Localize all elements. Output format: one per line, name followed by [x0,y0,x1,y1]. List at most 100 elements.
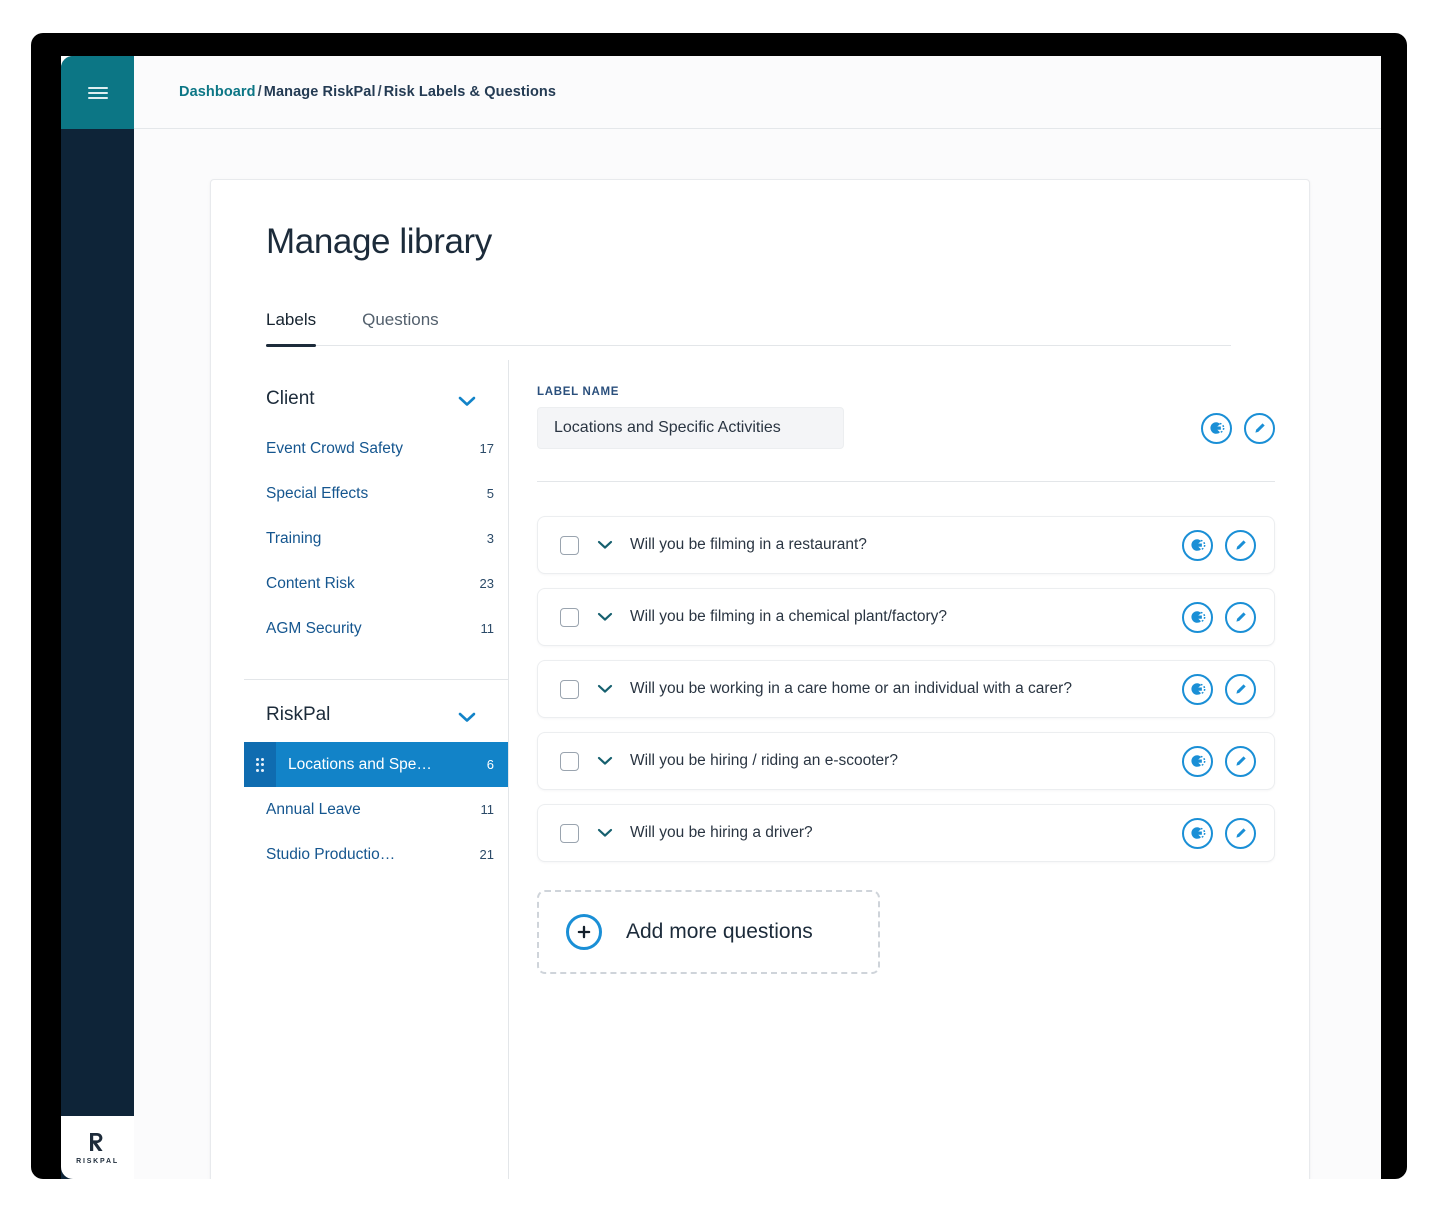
pencil-edit-icon[interactable] [1225,673,1256,705]
question-checkbox[interactable] [560,823,579,843]
question-list: Will you be filming in a restaurant? Wil… [537,516,1275,862]
top-bar: Dashboard / Manage RiskPal / Risk Labels & Q… [134,56,1381,129]
label-item-name: Locations and Spe… [288,755,432,773]
label-name-input[interactable] [537,407,844,449]
question-row-4[interactable]: Will you be hiring / riding an e-scooter… [537,732,1275,790]
question-row-1[interactable]: Will you be filming in a restaurant? [537,516,1275,574]
breadcrumb: Dashboard / Manage RiskPal / Risk Labels & Q… [179,84,556,100]
label-list-pane: Client Event Crowd Safety 17 Special Eff… [244,360,509,1179]
detail-divider [537,481,1275,482]
label-item-training[interactable]: Training 3 [244,516,508,561]
app-screen: RISKPAL Dashboard / Manage RiskPal / Risk La… [61,56,1381,1179]
question-actions [1182,745,1256,777]
breadcrumb-manage-riskpal[interactable]: Manage RiskPal [264,84,376,100]
question-checkbox[interactable] [560,679,579,699]
hamburger-menu-button[interactable] [61,56,134,129]
chevron-down-icon[interactable] [597,684,613,694]
question-actions [1182,673,1256,705]
label-name-field-label: LABEL NAME [537,386,620,398]
question-text: Will you be hiring / riding an e-scooter… [630,752,898,769]
duplicate-icon[interactable] [1182,673,1213,705]
manage-library-card: Manage library Labels Questions Client E… [210,179,1310,1179]
question-checkbox[interactable] [560,535,579,555]
question-actions [1182,817,1256,849]
label-item-count: 6 [486,757,494,772]
left-nav-rail: RISKPAL [61,56,134,1179]
content-area: Manage library Labels Questions Client E… [134,129,1381,1179]
label-item-count: 23 [479,576,494,591]
chevron-down-icon[interactable] [597,828,613,838]
label-item-name: Studio Productio… [266,845,396,863]
riskpal-logo: RISKPAL [61,1116,134,1179]
drag-handle-icon[interactable] [244,742,276,787]
pencil-edit-icon[interactable] [1225,745,1256,777]
chevron-down-icon[interactable] [597,612,613,622]
label-item-name: Content Risk [266,574,355,592]
tab-questions[interactable]: Questions [362,310,439,345]
duplicate-icon[interactable] [1182,745,1213,777]
pencil-edit-icon[interactable] [1225,817,1256,849]
duplicate-icon[interactable] [1182,529,1213,561]
pencil-edit-icon[interactable] [1225,529,1256,561]
chevron-down-icon[interactable] [458,394,476,406]
question-checkbox[interactable] [560,751,579,771]
label-name-row [537,407,1275,449]
label-item-count: 5 [486,486,494,501]
label-item-count: 21 [479,847,494,862]
label-item-count: 17 [479,441,494,456]
riskpal-wordmark: RISKPAL [76,1158,119,1165]
question-checkbox[interactable] [560,607,579,627]
label-detail-pane: LABEL NAME Locations and Specific Activi… [509,360,1309,1179]
question-text: Will you be filming in a chemical plant/… [630,608,948,625]
library-body: Client Event Crowd Safety 17 Special Eff… [211,360,1309,1179]
label-group-header-riskpal[interactable]: RiskPal [244,704,508,726]
question-row-2[interactable]: Will you be filming in a chemical plant/… [537,588,1275,646]
duplicate-icon[interactable] [1182,817,1213,849]
label-group-name: RiskPal [266,704,331,725]
duplicate-icon[interactable] [1201,412,1232,444]
label-group-name: Client [266,388,315,409]
device-bezel: RISKPAL Dashboard / Manage RiskPal / Risk La… [31,33,1407,1179]
label-group-client: Client Event Crowd Safety 17 Special Eff… [244,388,508,657]
duplicate-icon[interactable] [1182,601,1213,633]
label-item-annual-leave[interactable]: Annual Leave 11 [244,787,508,832]
label-item-agm-security[interactable]: AGM Security 11 [244,606,508,651]
breadcrumb-risk-labels-questions: Risk Labels & Questions [383,84,557,100]
breadcrumb-separator-1: / [257,84,262,100]
breadcrumb-separator-2: / [377,84,382,100]
label-item-name: AGM Security [266,619,362,637]
question-text: Will you be hiring a driver? [630,824,813,841]
tab-bar: Labels Questions [266,310,1231,347]
chevron-down-icon[interactable] [597,540,613,550]
breadcrumb-dashboard[interactable]: Dashboard [179,84,256,100]
page-title: Manage library [266,222,492,261]
label-item-name: Annual Leave [266,800,361,818]
label-item-name: Training [266,529,322,547]
question-actions [1182,601,1256,633]
add-more-questions-label: Add more questions [626,920,813,943]
tab-labels[interactable]: Labels [266,310,317,347]
question-text: Will you be filming in a restaurant? [630,536,867,553]
label-item-event-crowd-safety[interactable]: Event Crowd Safety 17 [244,426,508,471]
label-group-header-client[interactable]: Client [244,388,508,410]
pencil-edit-icon[interactable] [1244,412,1275,444]
chevron-down-icon[interactable] [597,756,613,766]
label-item-locations-and-specific-activities[interactable]: Locations and Spe… 6 [244,742,508,787]
label-item-special-effects[interactable]: Special Effects 5 [244,471,508,516]
label-item-name: Special Effects [266,484,369,502]
label-group-riskpal: RiskPal Locations and Spe… 6 Annual Leav… [244,679,508,883]
plus-circle-icon [566,914,602,950]
label-item-studio-production[interactable]: Studio Productio… 21 [244,832,508,877]
question-row-3[interactable]: Will you be working in a care home or an… [537,660,1275,718]
question-actions [1182,529,1256,561]
question-row-5[interactable]: Will you be hiring a driver? [537,804,1275,862]
label-item-name: Event Crowd Safety [266,439,403,457]
chevron-down-icon[interactable] [458,710,476,722]
hamburger-menu-icon [87,84,108,102]
label-item-count: 11 [480,621,495,636]
pencil-edit-icon[interactable] [1225,601,1256,633]
label-item-content-risk[interactable]: Content Risk 23 [244,561,508,606]
label-actions [1201,412,1275,444]
add-more-questions-button[interactable]: Add more questions [537,890,880,974]
label-item-count: 11 [480,802,495,817]
